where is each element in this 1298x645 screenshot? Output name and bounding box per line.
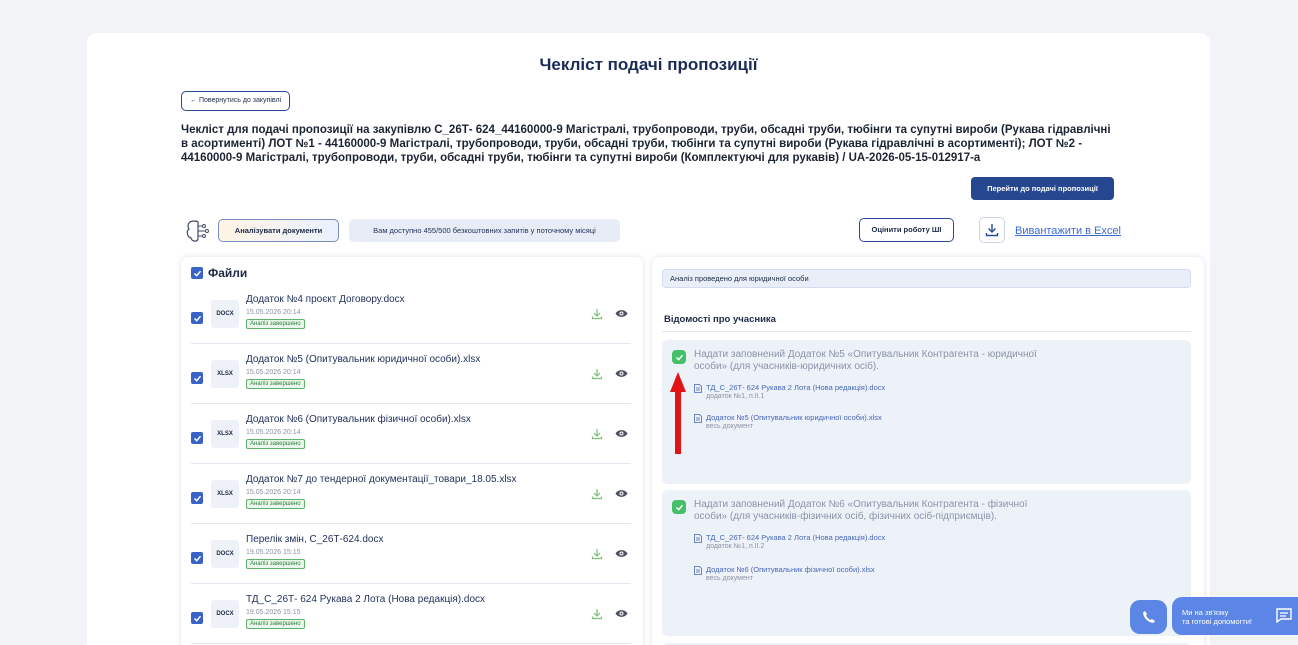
file-name: Додаток №7 до тендерної документації_тов… [246, 474, 517, 485]
download-icon[interactable] [591, 428, 603, 440]
file-name: ТД_С_26Т- 624 Рукава 2 Лота (Нова редакц… [246, 594, 486, 605]
source-section: весь документ [706, 575, 753, 582]
requirement-card: Надати заповнений Додаток №5 «Опитувальн… [662, 340, 1191, 484]
file-name: Додаток №5 (Опитувальник юридичної особи… [246, 354, 481, 365]
file-type-badge: XLSX [211, 420, 239, 448]
analysis-status-badge: Аналіз завершено [246, 619, 305, 629]
entity-type-bar: Аналіз проведено для юридичної особи [662, 269, 1191, 288]
requirement-text: Надати заповнений Додаток №5 «Опитувальн… [694, 349, 1037, 372]
download-icon[interactable] [591, 548, 603, 560]
document-icon [694, 384, 702, 393]
section-title: Відомості про учасника [664, 314, 776, 325]
file-type-badge: XLSX [211, 360, 239, 388]
analyze-documents-button[interactable]: Аналізувати документи [218, 219, 339, 242]
document-icon [694, 414, 702, 423]
annotation-arrow-icon [670, 372, 686, 454]
file-row: DOCX Додаток №4 проєкт Договору.docx 15.… [191, 284, 631, 344]
rate-ai-button[interactable]: Оцінити роботу ШІ [859, 218, 954, 242]
view-icon[interactable] [615, 609, 628, 618]
download-icon[interactable] [591, 308, 603, 320]
select-all-checkbox[interactable] [191, 267, 203, 279]
quota-badge: Вам доступно 455/500 безкоштовних запиті… [349, 219, 620, 242]
download-icon[interactable] [591, 608, 603, 620]
requirement-text: Надати заповнений Додаток №6 «Опитувальн… [694, 499, 1028, 522]
document-icon [694, 566, 702, 575]
checklist-description: Чекліст для подачі пропозиції на закупів… [181, 124, 1111, 164]
files-header-label: Файли [208, 266, 248, 280]
file-date: 15.05.2026 20:14 [246, 429, 301, 436]
source-file-name[interactable]: Додаток №5 (Опитувальник юридичної особи… [706, 413, 882, 422]
support-chat-button[interactable]: Ми на зв'язку та готові допомогти! [1172, 597, 1298, 635]
file-checkbox[interactable] [191, 492, 203, 504]
file-row: XLSX Додаток №7 до тендерної документаці… [191, 464, 631, 524]
go-to-submit-button[interactable]: Перейти до подачі пропозиції [971, 177, 1114, 200]
chat-icon [1276, 608, 1292, 623]
file-row: DOCX ТД_С_26Т- 624 Рукава 2 Лота (Нова р… [191, 584, 631, 644]
call-button[interactable] [1130, 600, 1167, 634]
source-file-name[interactable]: ТД_С_26Т- 624 Рукава 2 Лота (Нова редакц… [706, 533, 885, 542]
file-name: Додаток №6 (Опитувальник фізичної особи)… [246, 414, 471, 425]
file-type-badge: DOCX [211, 300, 239, 328]
view-icon[interactable] [615, 369, 628, 378]
file-row: DOCX Перелік змін, С_26Т-624.docx 19.05.… [191, 524, 631, 584]
document-icon [694, 534, 702, 543]
file-checkbox[interactable] [191, 372, 203, 384]
file-type-badge: XLSX [211, 480, 239, 508]
file-name: Додаток №4 проєкт Договору.docx [246, 294, 405, 305]
files-header: Файли [191, 266, 247, 280]
download-icon[interactable] [591, 368, 603, 380]
files-panel: Файли DOCX Додаток №4 проєкт Договору.do… [181, 257, 643, 645]
export-excel-link[interactable]: Вивантажити в Excel [1015, 225, 1121, 237]
file-type-badge: DOCX [211, 540, 239, 568]
source-file-name[interactable]: ТД_С_26Т- 624 Рукава 2 Лота (Нова редакц… [706, 383, 885, 392]
file-row: XLSX Додаток №6 (Опитувальник фізичної о… [191, 404, 631, 464]
ai-brain-icon [186, 220, 209, 242]
source-section: додаток №1, п.ІІ.2 [706, 543, 765, 550]
page-title: Чекліст подачі пропозиції [539, 55, 758, 74]
analysis-status-badge: Аналіз завершено [246, 499, 305, 509]
source-section: весь документ [706, 423, 753, 430]
view-icon[interactable] [615, 309, 628, 318]
section-divider [662, 331, 1191, 332]
file-row: XLSX Додаток №5 (Опитувальник юридичної … [191, 344, 631, 404]
analysis-status-badge: Аналіз завершено [246, 319, 305, 329]
file-date: 15.05.2026 20:14 [246, 369, 301, 376]
file-type-badge: DOCX [211, 600, 239, 628]
requirement-check-icon[interactable] [672, 500, 686, 514]
file-checkbox[interactable] [191, 432, 203, 444]
view-icon[interactable] [615, 549, 628, 558]
analysis-panel: Аналіз проведено для юридичної особи Від… [652, 257, 1204, 645]
file-name: Перелік змін, С_26Т-624.docx [246, 534, 384, 545]
analysis-status-badge: Аналіз завершено [246, 439, 305, 449]
source-file-name[interactable]: Додаток №6 (Опитувальник фізичної особи)… [706, 565, 875, 574]
view-icon[interactable] [615, 489, 628, 498]
analysis-status-badge: Аналіз завершено [246, 379, 305, 389]
file-checkbox[interactable] [191, 312, 203, 324]
download-excel-icon[interactable] [979, 217, 1005, 243]
file-date: 15.05.2026 20:14 [246, 489, 301, 496]
back-to-tender-button[interactable]: ← Повернутись до закупівлі [181, 91, 291, 111]
file-date: 15.05.2026 20:14 [246, 309, 301, 316]
file-checkbox[interactable] [191, 552, 203, 564]
requirement-check-icon[interactable] [672, 350, 686, 364]
phone-icon [1142, 611, 1155, 623]
download-icon[interactable] [591, 488, 603, 500]
analysis-status-badge: Аналіз завершено [246, 559, 305, 569]
view-icon[interactable] [615, 429, 628, 438]
source-section: додаток №1, п.ІІ.1 [706, 393, 765, 400]
file-date: 19.05.2026 15:15 [246, 609, 301, 616]
file-date: 19.05.2026 15:15 [246, 549, 301, 556]
file-checkbox[interactable] [191, 612, 203, 624]
requirement-card: Надати заповнений Додаток №6 «Опитувальн… [662, 490, 1191, 636]
